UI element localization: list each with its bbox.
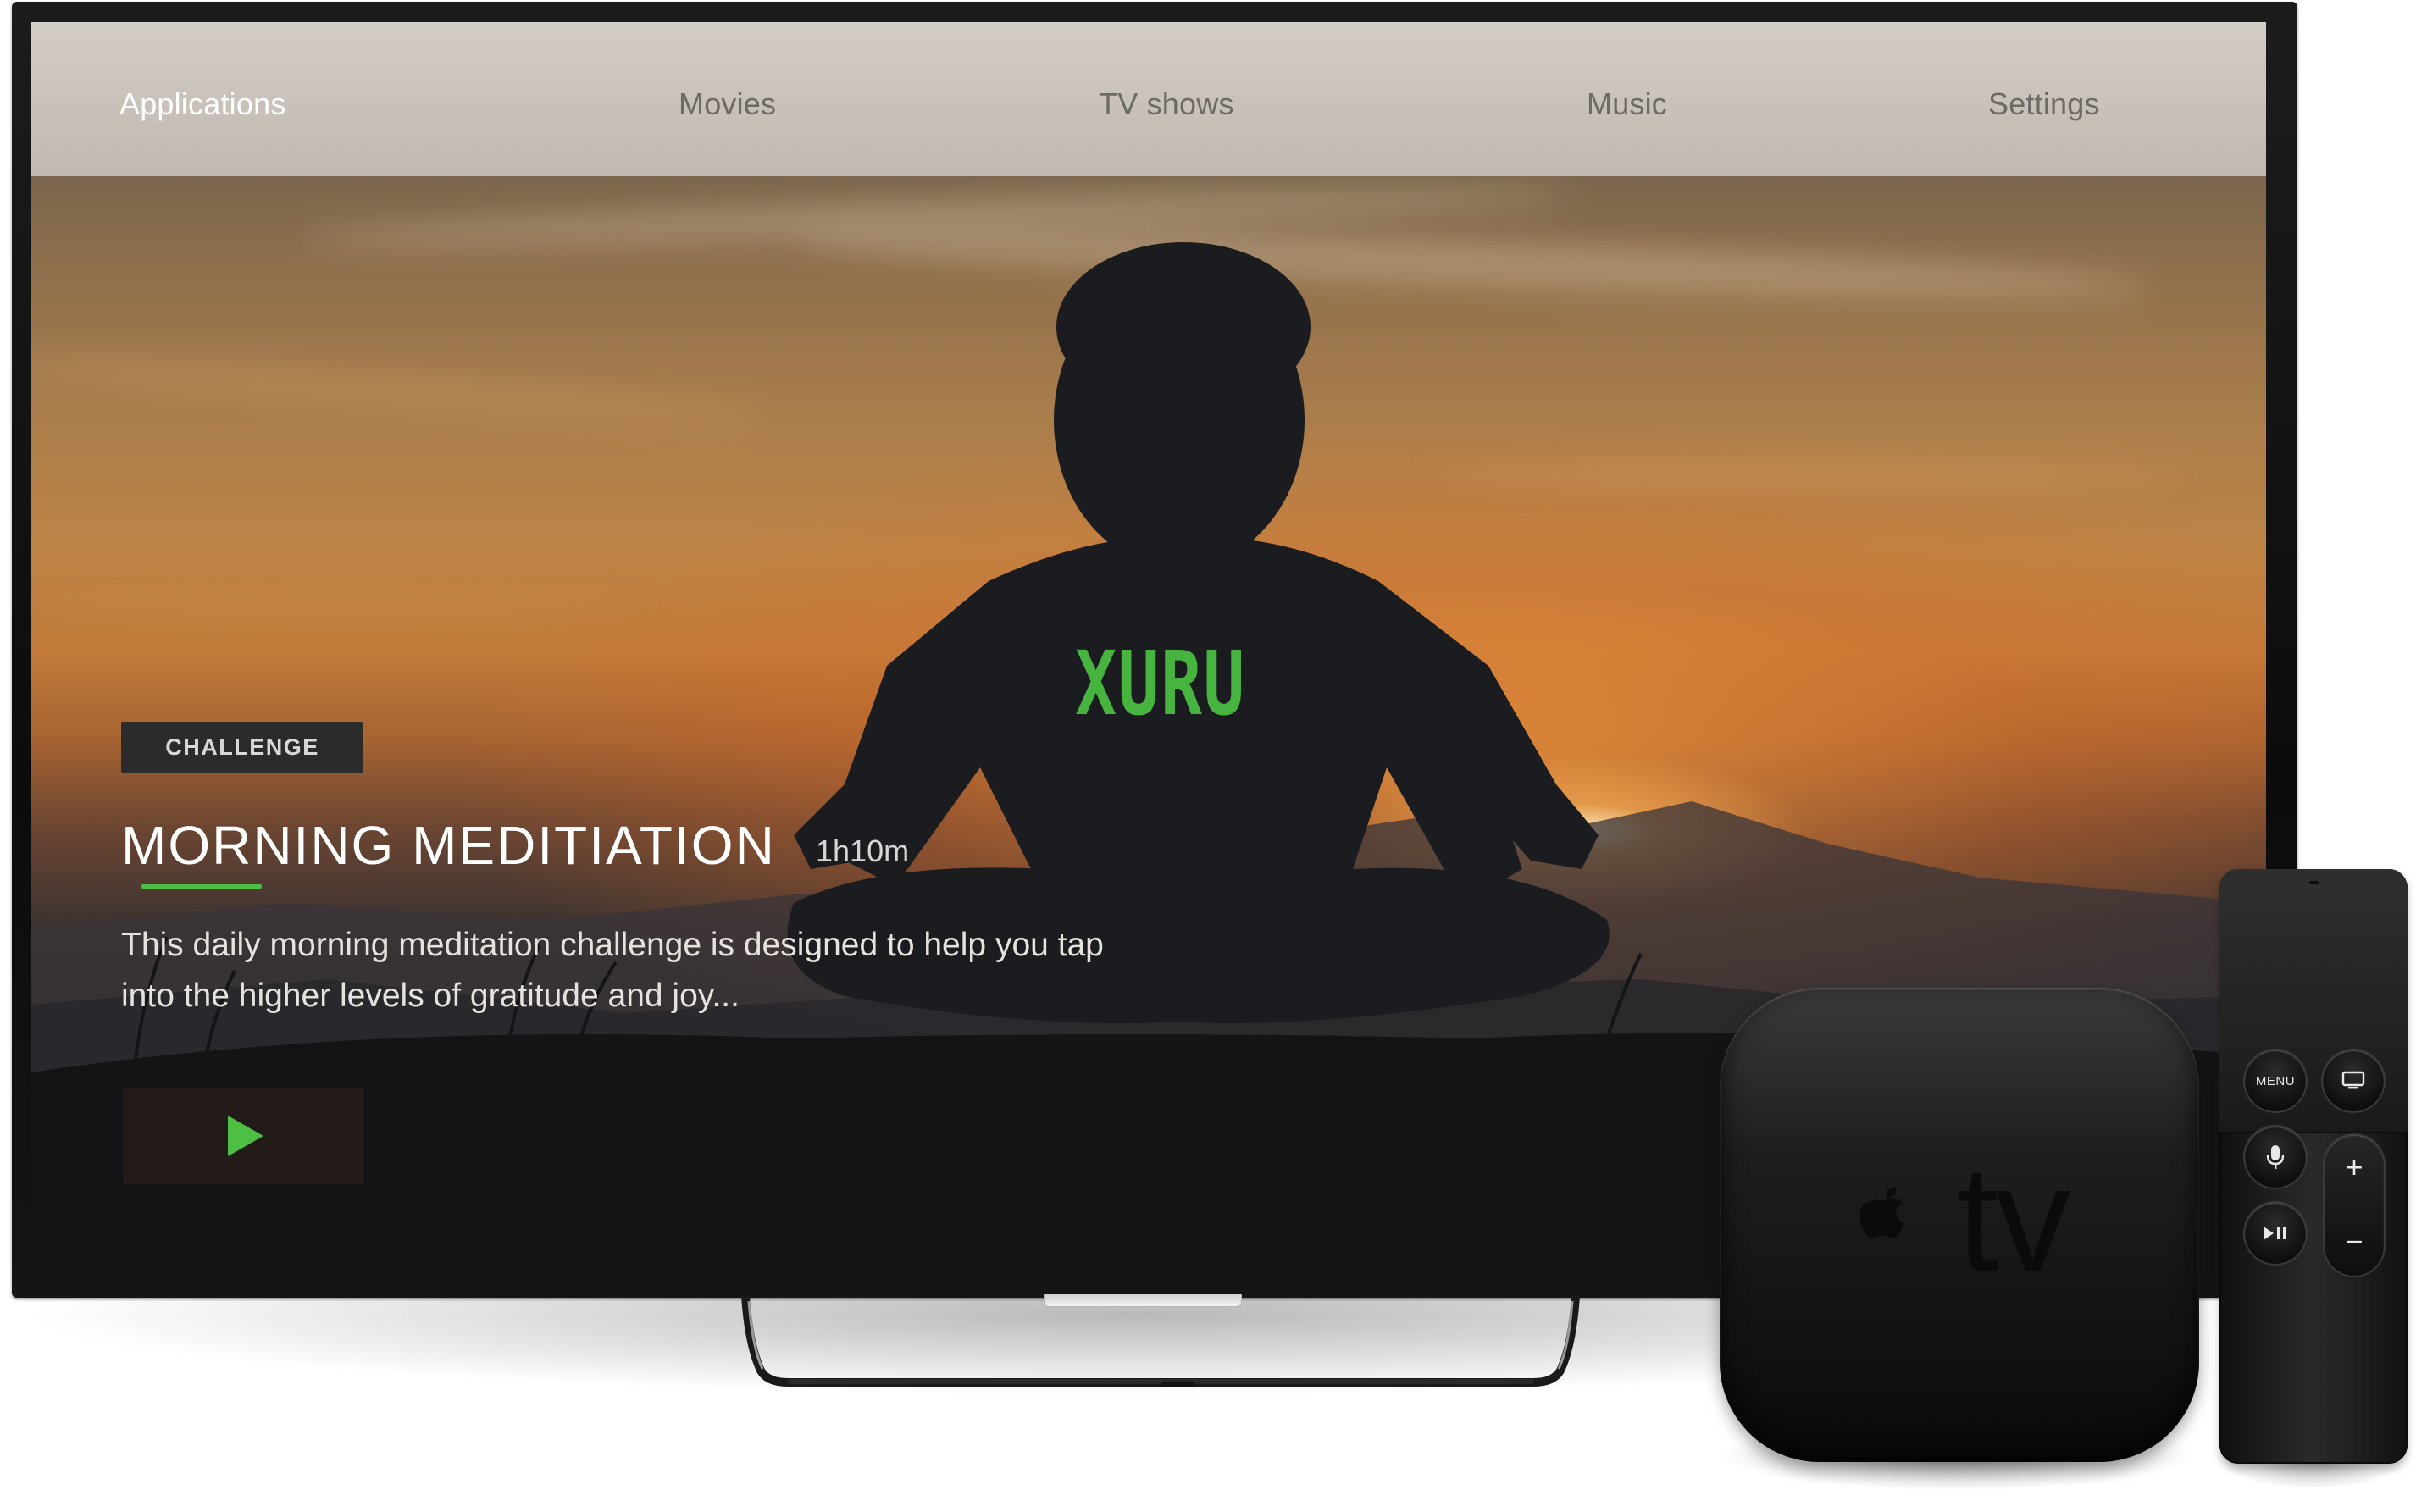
volume-down-button[interactable]: − bbox=[2325, 1227, 2384, 1257]
play-pause-icon bbox=[2264, 1227, 2286, 1240]
remote-indicator-light bbox=[2309, 881, 2319, 884]
apple-icon bbox=[1859, 1187, 1904, 1238]
home-button[interactable] bbox=[2323, 1050, 2384, 1111]
siri-remote: MENU + − bbox=[2219, 869, 2408, 1464]
top-navigation-bar: Applications Movies TV shows Music Setti… bbox=[31, 22, 2266, 176]
featured-duration: 1h10m bbox=[816, 834, 910, 868]
title-accent-underline bbox=[141, 884, 262, 889]
featured-description: This daily morning meditation challenge … bbox=[121, 927, 1104, 1014]
featured-title: MORNING MEDITIATION bbox=[121, 815, 776, 876]
play-pause-button[interactable] bbox=[2245, 1203, 2306, 1264]
nav-item-tv-shows[interactable]: TV shows bbox=[1099, 86, 1234, 122]
tv-icon bbox=[2341, 1071, 2365, 1089]
tv-stand bbox=[741, 1295, 1580, 1387]
volume-rocker[interactable]: + − bbox=[2325, 1135, 2384, 1276]
device-logo-text: tv bbox=[1957, 1134, 2070, 1303]
menu-button[interactable]: MENU bbox=[2245, 1050, 2306, 1111]
menu-button-label: MENU bbox=[2255, 1073, 2296, 1088]
siri-microphone-button[interactable] bbox=[2245, 1127, 2306, 1188]
play-icon bbox=[228, 1116, 263, 1156]
nav-item-music[interactable]: Music bbox=[1587, 86, 1667, 122]
nav-item-applications[interactable]: Applications bbox=[119, 86, 286, 122]
nav-item-movies[interactable]: Movies bbox=[679, 86, 776, 122]
nav-item-settings[interactable]: Settings bbox=[1988, 86, 2100, 122]
tv-stand-notch bbox=[1044, 1294, 1242, 1307]
microphone-icon bbox=[2266, 1145, 2285, 1169]
volume-up-button[interactable]: + bbox=[2325, 1152, 2384, 1182]
play-button[interactable] bbox=[123, 1088, 363, 1184]
category-badge: CHALLENGE bbox=[121, 722, 363, 773]
shirt-brand-text: XURU bbox=[1075, 632, 1246, 735]
